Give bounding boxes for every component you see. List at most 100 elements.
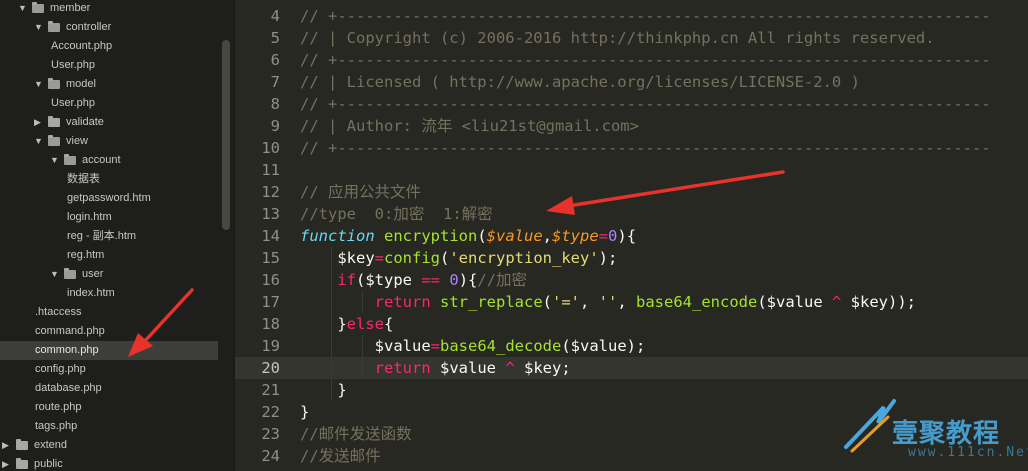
tree-item-label: model bbox=[66, 78, 96, 90]
sidebar-scrollbar[interactable] bbox=[222, 40, 230, 230]
code-token: $key; bbox=[514, 359, 571, 377]
chevron-down-icon[interactable]: ▼ bbox=[50, 151, 59, 170]
file-item[interactable]: reg.htm bbox=[0, 246, 218, 265]
code-line[interactable]: 12 // 应用公共文件 bbox=[235, 181, 1028, 203]
tree-item-label: route.php bbox=[35, 401, 82, 413]
file-item[interactable]: getpassword.htm bbox=[0, 189, 218, 208]
code-line[interactable]: 17 return str_replace('=', '', base64_en… bbox=[235, 291, 1028, 313]
code-token: 'encryption_key' bbox=[449, 249, 599, 267]
code-line[interactable]: 11 bbox=[235, 159, 1028, 181]
code-token: // +------------------------------------… bbox=[300, 95, 991, 113]
code-line[interactable]: 10 // +----------------------------------… bbox=[235, 137, 1028, 159]
code-line[interactable]: 9 // | Author: 流年 <liu21st@gmail.com> bbox=[235, 115, 1028, 137]
line-number: 4 bbox=[270, 7, 280, 25]
file-item[interactable]: command.php bbox=[0, 322, 218, 341]
folder-icon bbox=[16, 458, 28, 469]
chevron-right-icon[interactable]: ▶ bbox=[2, 455, 9, 471]
folder-item[interactable]: ▼ member bbox=[0, 0, 218, 18]
code-token: = bbox=[430, 337, 440, 355]
code-line[interactable]: 20 return $value ^ $key; bbox=[235, 357, 1028, 379]
code-token: , bbox=[580, 293, 599, 311]
chevron-down-icon[interactable]: ▼ bbox=[34, 132, 43, 151]
folder-item[interactable]: ▼ model bbox=[0, 75, 218, 94]
folder-icon bbox=[48, 78, 60, 89]
code-line[interactable]: 18 }else{ bbox=[235, 313, 1028, 335]
code-line[interactable]: 5 // | Copyright (c) 2006-2016 http://thi… bbox=[235, 27, 1028, 49]
file-item[interactable]: route.php bbox=[0, 398, 218, 417]
file-item[interactable]: User.php bbox=[0, 94, 218, 113]
folder-item[interactable]: ▶ extend bbox=[0, 436, 218, 455]
code-token: ); bbox=[598, 249, 618, 267]
file-item[interactable]: .htaccess bbox=[0, 303, 218, 322]
code-token: , bbox=[542, 227, 553, 245]
code-text: //发送邮件 bbox=[300, 445, 381, 467]
file-item[interactable]: config.php bbox=[0, 360, 218, 379]
chevron-down-icon[interactable]: ▼ bbox=[34, 75, 43, 94]
code-token: ( bbox=[542, 293, 552, 311]
chevron-down-icon[interactable]: ▼ bbox=[18, 0, 27, 18]
file-item[interactable]: Account.php bbox=[0, 37, 218, 56]
watermark-logo-icon bbox=[844, 399, 896, 453]
file-item[interactable]: login.htm bbox=[0, 208, 218, 227]
file-item[interactable]: tags.php bbox=[0, 417, 218, 436]
folder-item[interactable]: ▼ controller bbox=[0, 18, 218, 37]
code-line[interactable]: 8 // +-----------------------------------… bbox=[235, 93, 1028, 115]
code-line[interactable]: 16 if($type == 0){//加密 bbox=[235, 269, 1028, 291]
line-number: 11 bbox=[261, 161, 280, 179]
code-token: // | Licensed ( http://www.apache.org/li… bbox=[300, 73, 860, 91]
file-item[interactable]: User.php bbox=[0, 56, 218, 75]
line-number: 21 bbox=[261, 381, 280, 399]
folder-item[interactable]: ▶ public bbox=[0, 455, 218, 471]
tree-item-label: member bbox=[50, 2, 91, 14]
line-number: 16 bbox=[261, 271, 280, 289]
chevron-right-icon[interactable]: ▶ bbox=[34, 113, 41, 132]
code-token: 0 bbox=[449, 271, 459, 289]
chevron-down-icon[interactable]: ▼ bbox=[34, 18, 43, 37]
indent-guide bbox=[331, 247, 332, 401]
code-text: // | Author: 流年 <liu21st@gmail.com> bbox=[300, 115, 639, 137]
chevron-right-icon[interactable]: ▶ bbox=[2, 436, 9, 455]
code-line[interactable]: 15 $key=config('encryption_key'); bbox=[235, 247, 1028, 269]
file-item[interactable]: 数据表 bbox=[0, 170, 218, 189]
folder-icon bbox=[48, 21, 60, 32]
tree-item-label: database.php bbox=[35, 382, 102, 394]
code-text: // | Licensed ( http://www.apache.org/li… bbox=[300, 71, 860, 93]
folder-icon bbox=[64, 268, 76, 279]
code-line[interactable]: 6 // +-----------------------------------… bbox=[235, 49, 1028, 71]
code-text: // +------------------------------------… bbox=[300, 49, 991, 71]
file-item[interactable]: index.htm bbox=[0, 284, 218, 303]
code-line[interactable]: 14 function encryption($value,$type=0){ bbox=[235, 225, 1028, 247]
code-line[interactable]: 19 $value=base64_decode($value); bbox=[235, 335, 1028, 357]
code-text: // +------------------------------------… bbox=[300, 5, 991, 27]
code-text: //type 0:加密 1:解密 bbox=[300, 203, 493, 225]
code-line[interactable]: 7 // | Licensed ( http://www.apache.org/l… bbox=[235, 71, 1028, 93]
code-token: $key bbox=[300, 249, 375, 267]
file-tree-sidebar: ▼ member ▼ controller Account.php User.php ▼ mo… bbox=[0, 0, 233, 471]
chevron-down-icon[interactable]: ▼ bbox=[50, 265, 59, 284]
code-token: 0 bbox=[608, 227, 618, 245]
line-number: 19 bbox=[261, 337, 280, 355]
folder-item[interactable]: ▼ user bbox=[0, 265, 218, 284]
code-token: ($value); bbox=[561, 337, 646, 355]
tree-item-label: config.php bbox=[35, 363, 86, 375]
code-token: ^ bbox=[505, 359, 515, 377]
folder-icon bbox=[16, 439, 28, 450]
folder-icon bbox=[48, 116, 60, 127]
file-item[interactable]: reg - 副本.htm bbox=[0, 227, 218, 246]
folder-item[interactable]: ▼ account bbox=[0, 151, 218, 170]
code-token: , bbox=[617, 293, 637, 311]
folder-item[interactable]: ▼ view bbox=[0, 132, 218, 151]
file-item[interactable]: database.php bbox=[0, 379, 218, 398]
folder-item[interactable]: ▶ validate bbox=[0, 113, 218, 132]
code-token: base64_decode bbox=[440, 337, 562, 355]
tree-item-label: login.htm bbox=[67, 211, 112, 223]
code-token: return bbox=[374, 359, 431, 377]
code-text: if($type == 0){//加密 bbox=[300, 269, 527, 291]
file-item[interactable]: common.php bbox=[0, 341, 218, 360]
code-token: '' bbox=[598, 293, 618, 311]
code-line[interactable]: 13 //type 0:加密 1:解密 bbox=[235, 203, 1028, 225]
code-line[interactable]: 4 // +-----------------------------------… bbox=[235, 5, 1028, 27]
code-token: ($value bbox=[757, 293, 832, 311]
code-token: $value bbox=[486, 227, 543, 245]
